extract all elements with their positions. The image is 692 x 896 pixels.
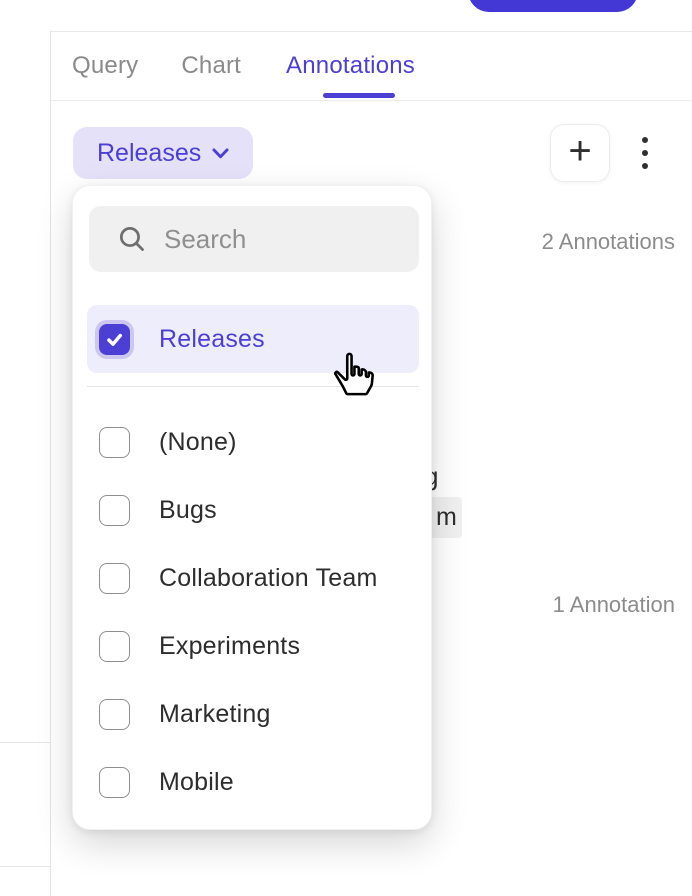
option-releases[interactable]: Releases	[87, 305, 419, 373]
option-none[interactable]: (None)	[87, 408, 419, 476]
option-mobile[interactable]: Mobile	[87, 748, 419, 816]
left-sidebar	[0, 31, 51, 896]
releases-filter-dropdown: Releases (None) Bugs Collaboration Team …	[72, 185, 432, 830]
option-collaboration-team[interactable]: Collaboration Team	[87, 544, 419, 612]
tab-chart[interactable]: Chart	[181, 52, 241, 80]
search-icon	[119, 226, 145, 252]
tab-bar: Query Chart Annotations	[50, 31, 692, 100]
checkbox-unchecked-icon[interactable]	[99, 699, 130, 730]
primary-action-button[interactable]	[468, 0, 638, 12]
option-marketing[interactable]: Marketing	[87, 680, 419, 748]
kebab-icon	[642, 137, 648, 143]
option-label: Releases	[159, 325, 265, 354]
option-label: Collaboration Team	[159, 564, 378, 593]
checkbox-unchecked-icon[interactable]	[99, 427, 130, 458]
kebab-icon	[642, 163, 648, 169]
sidebar-divider	[0, 866, 50, 867]
plus-icon: +	[568, 131, 591, 171]
releases-filter-button[interactable]: Releases	[73, 127, 253, 179]
checkbox-unchecked-icon[interactable]	[99, 563, 130, 594]
option-label: Bugs	[159, 496, 217, 525]
dropdown-divider	[87, 386, 419, 387]
search-input[interactable]	[164, 224, 419, 255]
checkbox-checked-icon[interactable]	[99, 324, 130, 355]
option-label: Mobile	[159, 768, 234, 797]
sidebar-divider	[0, 742, 50, 743]
checkbox-unchecked-icon[interactable]	[99, 495, 130, 526]
option-label: (None)	[159, 428, 237, 457]
annotation-group-count: 2 Annotations	[542, 229, 675, 255]
tab-annotations[interactable]: Annotations	[286, 52, 415, 80]
checkbox-unchecked-icon[interactable]	[99, 631, 130, 662]
tabs-divider	[51, 100, 692, 101]
annotation-group-count: 1 Annotation	[553, 592, 675, 618]
checkbox-unchecked-icon[interactable]	[99, 767, 130, 798]
option-bugs[interactable]: Bugs	[87, 476, 419, 544]
option-label: Marketing	[159, 700, 271, 729]
filter-button-label: Releases	[97, 139, 201, 168]
option-label: Experiments	[159, 632, 300, 661]
kebab-icon	[642, 150, 648, 156]
more-options-button[interactable]	[635, 135, 655, 171]
tab-query[interactable]: Query	[72, 52, 138, 80]
option-experiments[interactable]: Experiments	[87, 612, 419, 680]
add-annotation-button[interactable]: +	[550, 124, 610, 182]
chevron-down-icon	[212, 148, 229, 159]
search-field-wrapper	[89, 206, 419, 272]
active-tab-underline	[323, 93, 395, 98]
